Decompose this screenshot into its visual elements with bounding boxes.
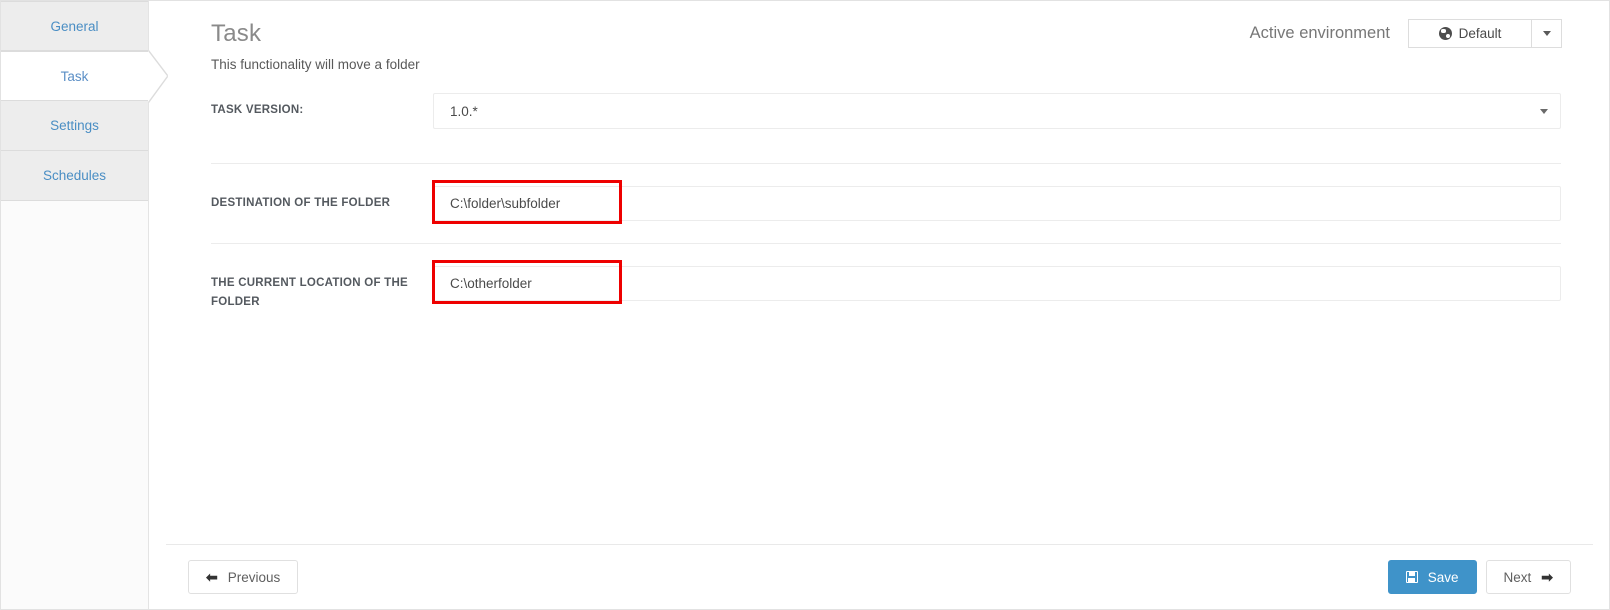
sidebar-item-general[interactable]: General (1, 1, 148, 51)
sidebar-nav: General Task Settings Schedules (1, 1, 149, 609)
field-wrap-current-location (432, 260, 1561, 304)
page-header: Task This functionality will move a fold… (150, 1, 1609, 93)
form-row-destination-folder: DESTINATION OF THE FOLDER (211, 163, 1561, 243)
current-location-input[interactable] (433, 266, 1561, 301)
sidebar-item-schedules[interactable]: Schedules (1, 151, 148, 201)
form-label-task-version: TASK VERSION: (211, 104, 304, 116)
previous-button[interactable]: ⬅ Previous (188, 560, 299, 594)
active-environment-label: Active environment (1249, 24, 1390, 42)
task-configuration-window: General Task Settings Schedules Task Thi… (0, 0, 1610, 610)
floppy-disk-icon (1405, 571, 1418, 583)
task-version-selected-value: 1.0.* (450, 103, 478, 119)
field-wrap-task-version: 1.0.* (433, 93, 1561, 129)
sidebar-item-label: Task (60, 69, 89, 84)
sidebar-item-label: General (50, 19, 99, 34)
environment-button-label: Default (1458, 26, 1502, 41)
arrow-left-icon: ⬅ (206, 569, 218, 585)
task-version-select[interactable]: 1.0.* (433, 93, 1561, 129)
main-content: Task This functionality will move a fold… (150, 1, 1609, 609)
sidebar-item-label: Settings (50, 118, 99, 133)
task-form: TASK VERSION: 1.0.* DESTINATION OF THE F… (150, 93, 1609, 334)
globe-icon (1438, 27, 1452, 40)
previous-button-label: Previous (227, 569, 281, 585)
environment-button[interactable]: Default (1408, 19, 1532, 48)
environment-dropdown-toggle[interactable] (1532, 19, 1562, 48)
field-wrap-destination-folder (432, 180, 1561, 224)
sidebar-item-task[interactable]: Task (1, 51, 148, 101)
destination-folder-input[interactable] (433, 186, 1561, 221)
form-label-current-location: THE CURRENT LOCATION OF THE FOLDER (211, 277, 408, 308)
arrow-right-icon: ➡ (1541, 569, 1553, 585)
wizard-footer: ⬅ Previous Save Next ➡ (166, 544, 1593, 609)
chevron-down-icon (1542, 31, 1551, 36)
save-button-label: Save (1427, 569, 1459, 585)
save-button[interactable]: Save (1387, 560, 1477, 594)
next-button-label: Next (1503, 569, 1532, 585)
sidebar-item-settings[interactable]: Settings (1, 101, 148, 151)
footer-right-actions: Save Next ➡ (1387, 560, 1571, 594)
form-row-current-location: THE CURRENT LOCATION OF THE FOLDER (211, 243, 1561, 334)
form-row-task-version: TASK VERSION: 1.0.* (211, 93, 1561, 163)
sidebar-item-label: Schedules (42, 168, 107, 183)
active-environment-group: Active environment Default (1250, 19, 1562, 48)
form-label-destination-folder: DESTINATION OF THE FOLDER (211, 197, 391, 209)
next-button[interactable]: Next ➡ (1485, 560, 1571, 594)
page-subtitle: This functionality will move a folder (211, 57, 420, 72)
